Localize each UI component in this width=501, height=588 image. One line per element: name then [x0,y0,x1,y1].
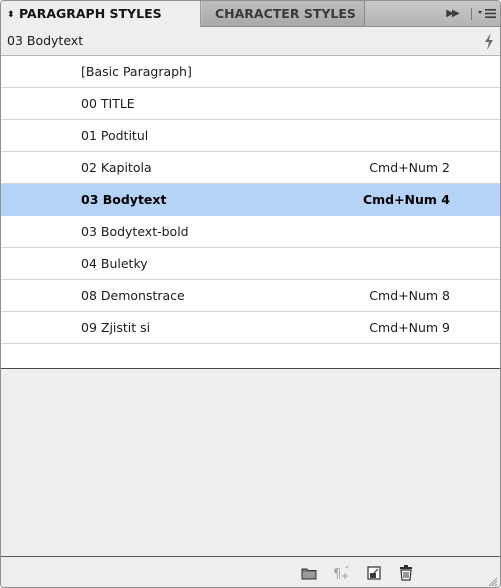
list-item[interactable]: 04 Buletky [1,248,500,280]
list-item[interactable]: 02 Kapitola Cmd+Num 2 [1,152,500,184]
list-item[interactable]: 00 TITLE [1,88,500,120]
delete-style-icon[interactable] [397,564,415,582]
style-shortcut: Cmd+Num 8 [369,288,450,303]
tab-paragraph-styles[interactable]: ⬍ PARAGRAPH STYLES [1,1,201,27]
style-name: 02 Kapitola [81,160,152,175]
list-item[interactable]: 01 Podtitul [1,120,500,152]
list-item-selected[interactable]: 03 Bodytext Cmd+Num 4 [1,184,500,216]
style-shortcut: Cmd+Num 2 [369,160,450,175]
style-name: 09 Zjistit si [81,320,151,335]
panel-menu-icon[interactable] [477,6,497,21]
clear-overrides-icon[interactable]: ¶ [332,564,350,582]
tab-bar-divider [471,8,472,20]
style-name: 08 Demonstrace [81,288,185,303]
style-name: 01 Podtitul [81,128,149,143]
tab-character-styles[interactable]: CHARACTER STYLES [202,1,365,26]
paragraph-styles-panel: ⬍ PARAGRAPH STYLES CHARACTER STYLES ▶▶ 03… [0,0,501,588]
tab-paragraph-styles-label: PARAGRAPH STYLES [19,6,162,21]
collapse-panel-icon[interactable]: ▶▶ [439,4,465,23]
style-shortcut: Cmd+Num 4 [362,192,450,207]
create-new-style-icon[interactable] [365,564,383,582]
style-name: 04 Buletky [81,256,148,271]
list-item[interactable]: 08 Demonstrace Cmd+Num 8 [1,280,500,312]
panel-footer: ¶ [1,556,500,587]
tab-character-styles-label: CHARACTER STYLES [215,6,356,21]
list-item[interactable]: 09 Zjistit si Cmd+Num 9 [1,312,500,344]
panel-tab-bar: ⬍ PARAGRAPH STYLES CHARACTER STYLES ▶▶ [1,1,500,27]
style-list: [Basic Paragraph] 00 TITLE 01 Podtitul 0… [1,56,500,369]
empty-list-area [1,369,500,556]
current-style-bar: 03 Bodytext [1,27,500,56]
current-style-name: 03 Bodytext [7,33,84,48]
list-item[interactable]: 03 Bodytext-bold [1,216,500,248]
style-name: 03 Bodytext-bold [81,224,189,239]
tab-sort-arrows-icon: ⬍ [7,10,15,20]
svg-text:¶: ¶ [333,567,341,582]
style-shortcut: Cmd+Num 9 [369,320,450,335]
list-item[interactable]: [Basic Paragraph] [1,56,500,88]
lightning-icon[interactable] [483,33,495,50]
resize-grip-icon[interactable] [486,575,498,587]
style-name: 00 TITLE [81,96,135,111]
style-name: 03 Bodytext [81,192,167,207]
style-name: [Basic Paragraph] [81,64,192,79]
new-style-group-icon[interactable] [300,564,318,582]
